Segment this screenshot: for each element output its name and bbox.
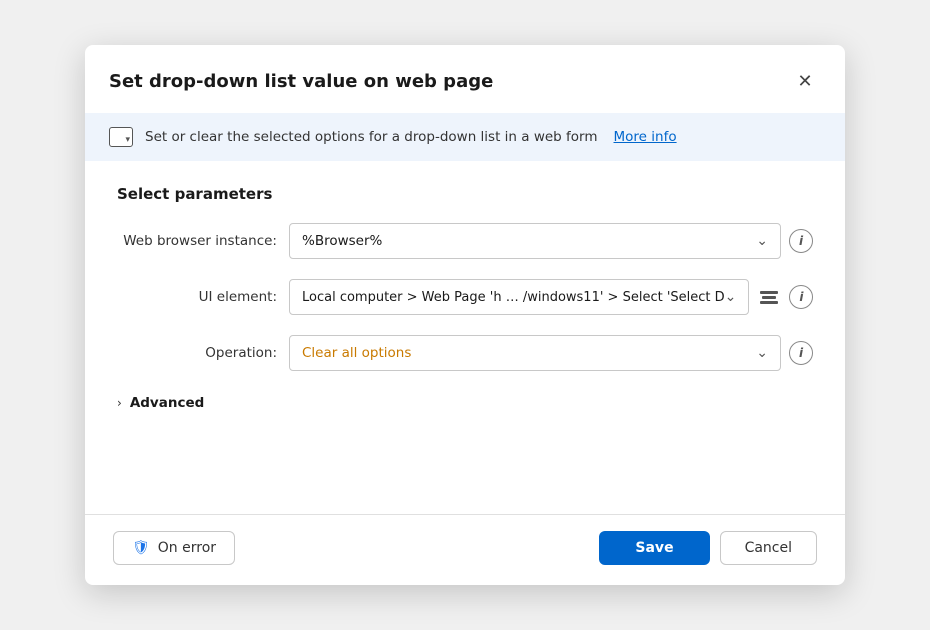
advanced-label: Advanced: [130, 395, 204, 411]
on-error-button[interactable]: 🛡 On error: [113, 531, 235, 565]
browser-row: Web browser instance: %Browser% ⌄ i: [117, 223, 813, 259]
advanced-row[interactable]: › Advanced: [117, 391, 813, 415]
operation-chevron-icon: ⌄: [756, 345, 768, 361]
dialog-header: Set drop-down list value on web page ✕: [85, 45, 845, 113]
ui-element-control-wrap: Local computer > Web Page 'h … /windows1…: [289, 279, 813, 315]
ui-element-chevron-icon: ⌄: [725, 289, 737, 305]
dialog-footer: 🛡 On error Save Cancel: [85, 514, 845, 585]
operation-dropdown[interactable]: Clear all options ⌄: [289, 335, 781, 371]
close-button[interactable]: ✕: [789, 65, 821, 97]
on-error-label: On error: [158, 540, 216, 556]
browser-value: %Browser%: [302, 233, 382, 249]
save-button[interactable]: Save: [599, 531, 709, 565]
cancel-button[interactable]: Cancel: [720, 531, 817, 565]
ui-element-label: UI element:: [117, 289, 277, 305]
operation-value: Clear all options: [302, 345, 411, 361]
operation-label: Operation:: [117, 345, 277, 361]
dialog: Set drop-down list value on web page ✕ S…: [85, 45, 845, 585]
operation-row: Operation: Clear all options ⌄ i: [117, 335, 813, 371]
more-info-link[interactable]: More info: [614, 129, 677, 145]
browser-info-icon[interactable]: i: [789, 229, 813, 253]
layers-icon[interactable]: [757, 285, 781, 309]
browser-label: Web browser instance:: [117, 233, 277, 249]
dialog-title: Set drop-down list value on web page: [109, 71, 493, 92]
footer-right: Save Cancel: [599, 531, 817, 565]
advanced-chevron-icon: ›: [117, 396, 122, 410]
banner-text: Set or clear the selected options for a …: [145, 129, 598, 145]
dialog-body: Select parameters Web browser instance: …: [85, 161, 845, 514]
ui-element-info-icon[interactable]: i: [789, 285, 813, 309]
shield-icon: 🛡: [132, 540, 150, 556]
section-title: Select parameters: [117, 185, 813, 203]
ui-element-dropdown[interactable]: Local computer > Web Page 'h … /windows1…: [289, 279, 749, 315]
browser-dropdown[interactable]: %Browser% ⌄: [289, 223, 781, 259]
info-banner: Set or clear the selected options for a …: [85, 113, 845, 161]
browser-control-wrap: %Browser% ⌄ i: [289, 223, 813, 259]
ui-element-row: UI element: Local computer > Web Page 'h…: [117, 279, 813, 315]
ui-element-value: Local computer > Web Page 'h … /windows1…: [302, 290, 725, 305]
operation-control-wrap: Clear all options ⌄ i: [289, 335, 813, 371]
browser-chevron-icon: ⌄: [756, 233, 768, 249]
operation-info-icon[interactable]: i: [789, 341, 813, 365]
dropdown-icon: [109, 127, 133, 147]
